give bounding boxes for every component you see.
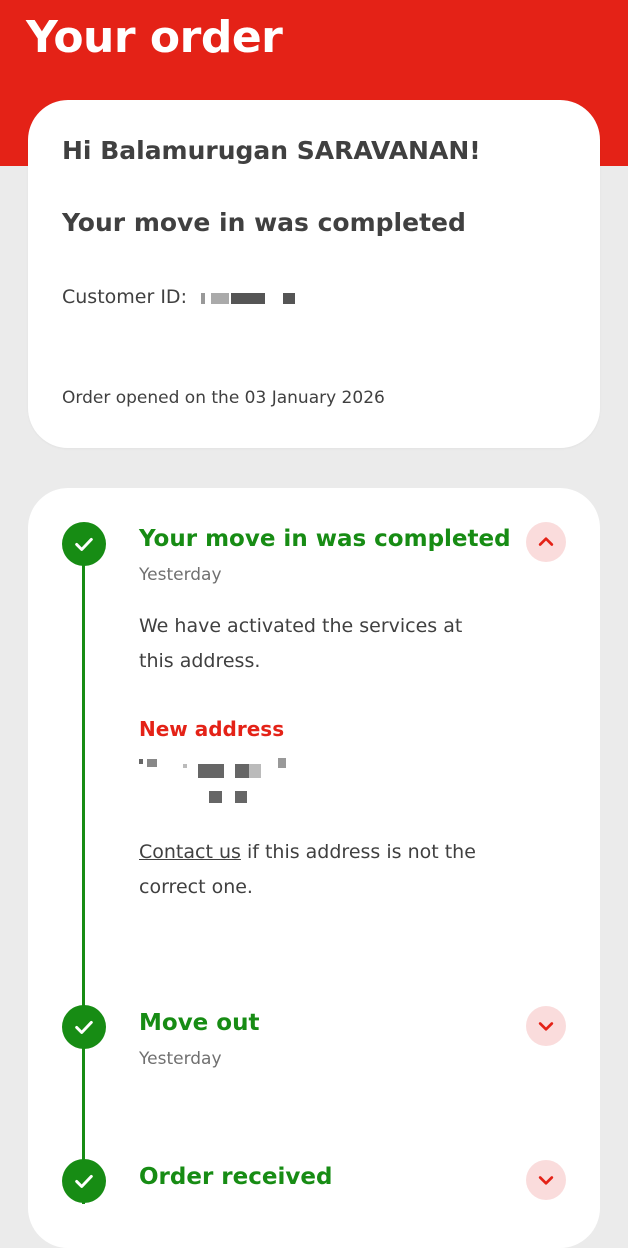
order-status-heading: Your move in was completed [62,208,466,237]
contact-us-link[interactable]: Contact us [139,841,241,863]
contact-text: Contact us if this address is not the co… [139,841,476,898]
step-title-move-in: Your move in was completed [139,526,511,552]
step-description: We have activated the services at this a… [139,615,463,672]
checkmark-icon [62,1159,106,1203]
chevron-down-icon [538,1022,554,1031]
page-title: Your order [26,12,283,63]
checkmark-icon [62,522,106,566]
step-time: Yesterday [139,565,222,585]
order-summary-card: Hi Balamurugan SARAVANAN! Your move in w… [28,100,600,448]
collapse-step-button[interactable] [526,522,566,562]
step-time: Yesterday [139,1049,222,1069]
step-title-order-received: Order received [139,1164,333,1190]
checkmark-icon [62,1005,106,1049]
chevron-up-icon [538,537,554,546]
customer-id-redacted [193,289,296,307]
greeting: Hi Balamurugan SARAVANAN! [62,136,481,165]
new-address-label: New address [139,717,285,741]
expand-step-button[interactable] [526,1160,566,1200]
chevron-down-icon [538,1176,554,1185]
order-timeline-card: Your move in was completed Yesterday We … [28,488,600,1248]
step-title-move-out: Move out [139,1010,260,1036]
customer-id: Customer ID: [62,286,296,308]
timeline-line [82,544,85,1204]
expand-step-button[interactable] [526,1006,566,1046]
customer-id-label: Customer ID: [62,286,187,308]
order-opened-date: Order opened on the 03 January 2026 [62,388,385,408]
